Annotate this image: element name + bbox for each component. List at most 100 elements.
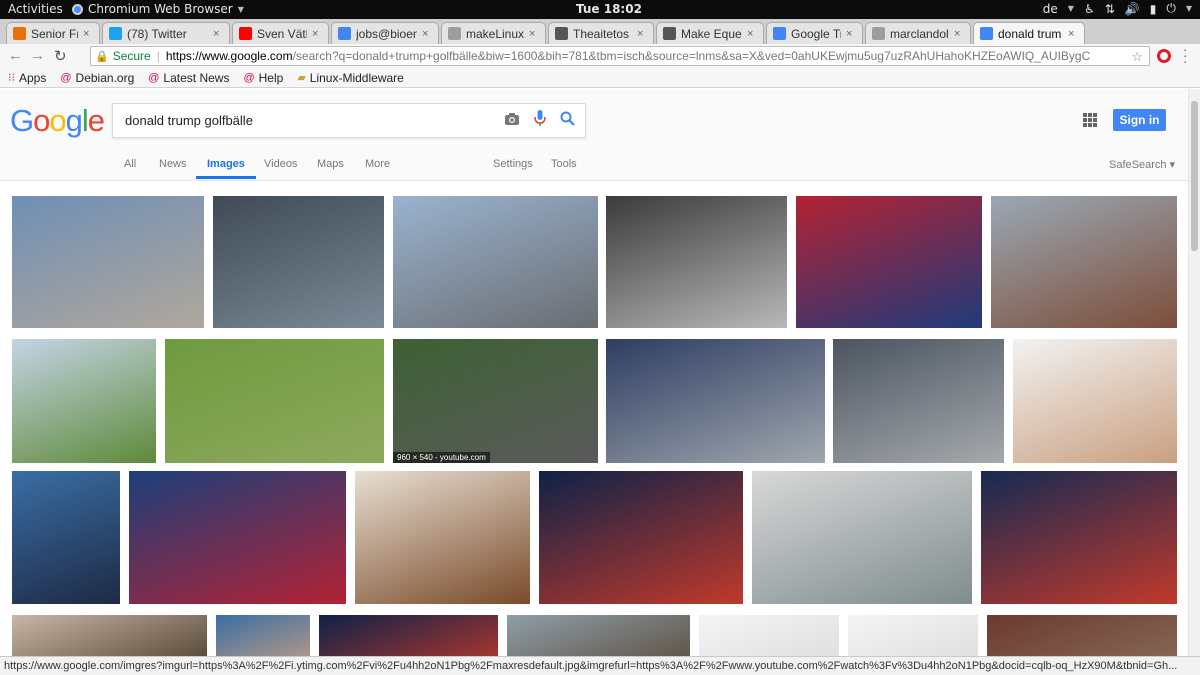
thumb-trump-white-cap[interactable] [1013,339,1177,463]
tab-label: Sven Väth [257,26,307,41]
page-scrollbar[interactable] [1188,89,1200,675]
google-apps-icon[interactable] [1083,113,1097,127]
tab-news[interactable]: News [159,158,187,170]
browser-tab[interactable]: Senior Front × [6,22,100,44]
thumb-trump-rally-trump-sign[interactable] [796,196,982,328]
thumb-man-with-red-balls-youtube[interactable]: 960 × 540 - youtube.com [393,339,598,463]
tab-images[interactable]: Images [196,158,256,179]
thumb-debate-stage-1[interactable] [539,471,743,604]
thumb-red-balls-on-grass[interactable] [165,339,384,463]
youtube-icon [239,27,252,40]
browser-tab[interactable]: Google Tran × [766,22,863,44]
close-icon[interactable]: × [747,28,757,40]
camera-icon[interactable] [504,112,520,126]
search-query: donald trump golfbälle [125,113,253,128]
browser-tab[interactable]: donald trum × [973,22,1085,44]
microphone-icon[interactable] [534,110,546,127]
bookmark-label: Debian.org [75,70,135,85]
clock[interactable]: Tue 18:02 [576,2,642,16]
secure-label: Secure [112,49,151,63]
thumb-debate-stage-2[interactable] [981,471,1177,604]
browser-tab[interactable]: marclandolt × [865,22,971,44]
url-host: https://www.google.com [165,49,293,63]
thumb-golf-course-group[interactable] [12,339,156,463]
google-logo[interactable]: Google [10,103,105,139]
tab-videos[interactable]: Videos [264,158,297,170]
close-icon[interactable]: × [83,28,93,40]
close-icon[interactable]: × [954,28,964,40]
google-images-page: Google donald trump golfbälle Sign in Al… [0,89,1188,675]
bookmark-label: Apps [19,70,47,85]
browser-tab[interactable]: (78) Twitter × [102,22,230,44]
thumb-man-holding-red-balls-3[interactable] [606,196,787,328]
tab-more[interactable]: More [365,158,390,170]
thumb-trump-and-son[interactable] [355,471,530,604]
close-icon[interactable]: × [213,28,223,40]
sign-in-button[interactable]: Sign in [1113,109,1166,131]
browser-menu-icon[interactable]: · · · [1183,43,1187,68]
thumb-collage-balls-cap[interactable] [752,471,972,604]
search-input[interactable]: donald trump golfbälle [112,103,586,138]
search-tabs: All News Images Videos Maps More Setting… [0,155,1188,181]
app-menu[interactable]: Chromium Web Browser ▼ [72,2,244,16]
close-icon[interactable]: × [422,28,432,40]
browser-tab[interactable]: Sven Väth × [232,22,329,44]
close-icon[interactable]: × [1068,28,1078,40]
browser-tab[interactable]: Theaitetos × [548,22,654,44]
close-icon[interactable]: × [637,28,647,40]
activities-button[interactable]: Activities [8,2,63,16]
bookmark-item[interactable]: ▰ Linux-Middleware [297,71,404,85]
google-header: Google donald trump golfbälle Sign in Al… [0,89,1188,181]
browser-tab[interactable]: Make Equest × [656,22,764,44]
google-g-icon [980,27,993,40]
app-name: Chromium Web Browser [88,2,233,16]
bookmark-item[interactable]: @ Help [243,71,283,85]
reload-icon[interactable]: ↻ [54,47,67,65]
browser-tab[interactable]: makeLinuxG × [441,22,546,44]
tab-maps[interactable]: Maps [317,158,344,170]
safesearch-menu[interactable]: SafeSearch ▾ [1109,158,1175,171]
close-icon[interactable]: × [312,28,322,40]
bookmark-item[interactable]: @ Latest News [148,71,229,85]
tab-all[interactable]: All [124,158,136,170]
back-arrow-icon[interactable]: ← [8,47,23,64]
close-icon[interactable]: × [846,28,856,40]
omnibox-separator: | [156,49,160,63]
twitter-bird-icon [109,27,122,40]
volume-icon: 🔊 [1124,1,1140,16]
scrollbar-thumb[interactable] [1191,101,1198,251]
accessibility-icon[interactable]: ♿ [1084,2,1095,16]
system-tray[interactable]: de ▼ ♿ ⇅ 🔊 ▮ ⏻ ▼ [1043,1,1192,16]
lock-icon: 🔒 [95,50,109,63]
forward-arrow-icon[interactable]: → [30,47,45,64]
system-top-bar: Activities Chromium Web Browser ▼ Tue 18… [0,0,1200,19]
thumb-man-holding-red-balls-4[interactable] [606,339,825,463]
address-bar[interactable]: 🔒 Secure | https://www.google.com/search… [90,46,1150,66]
opera-extension-icon[interactable] [1157,49,1171,63]
bookmark-label: Help [258,70,284,85]
debian-swirl-icon: @ [60,71,72,84]
google-g-icon [338,27,351,40]
settings-link[interactable]: Settings [493,158,533,170]
thumb-golf-course-crowd[interactable] [991,196,1177,328]
bookmark-item[interactable]: ⁝⁝ Apps [8,71,46,85]
logo-letter: o [33,103,50,138]
thumb-trump-rally-flags[interactable] [129,471,346,604]
bookmarks-bar: ⁝⁝ Apps @ Debian.org @ Latest News @ Help ▰ Linux… [0,68,1200,88]
bookmark-item[interactable]: @ Debian.org [60,71,134,85]
search-icon[interactable] [560,111,575,126]
tab-label: Make Equest [681,26,742,41]
tools-link[interactable]: Tools [551,158,577,170]
browser-tab[interactable]: jobs@bioen × [331,22,439,44]
bookmark-star-icon[interactable]: ☆ [1131,49,1143,65]
thumb-crowd-with-balls[interactable] [833,339,1004,463]
keyboard-layout[interactable]: de [1043,2,1058,16]
close-icon[interactable]: × [529,28,539,40]
bookmark-label: Linux-Middleware [309,70,404,85]
thumb-trump-podium[interactable] [12,471,120,604]
debian-swirl-icon: @ [243,71,255,84]
thumb-crowd-suits-1[interactable] [213,196,384,328]
thumb-man-holding-red-balls-1[interactable] [12,196,204,328]
power-icon: ⏻ [1166,1,1176,15]
thumb-man-holding-red-balls-2[interactable] [393,196,598,328]
